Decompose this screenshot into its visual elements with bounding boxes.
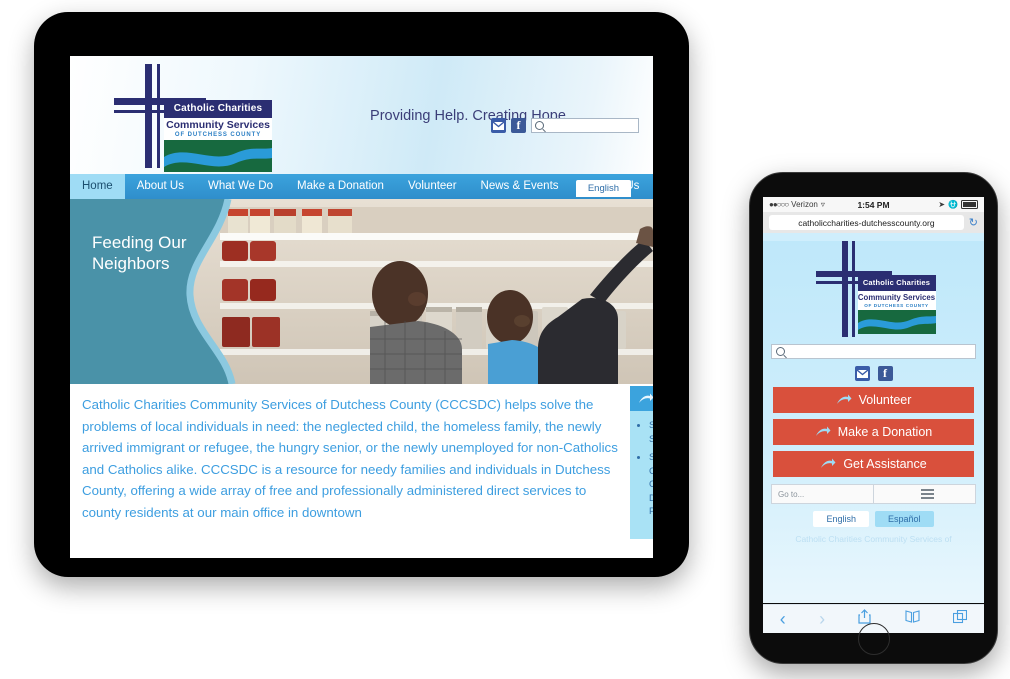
main-content: Catholic Charities Community Services of… [70,384,653,539]
search-input[interactable] [531,118,639,133]
battery-icon [961,200,978,209]
language-button-espanol[interactable]: Español [875,511,934,527]
phone-language-toggle: English Español [763,511,984,527]
screenshot-root: Catholic Charities Community Services OF… [0,0,1010,679]
bookmarks-icon[interactable] [905,610,920,628]
arrow-icon [820,458,836,470]
header-tools: f [491,118,639,133]
goto-placeholder: Go to... [778,489,805,499]
forward-icon: › [819,608,826,629]
intro-paragraph: Catholic Charities Community Services of… [82,397,618,520]
phone-get-assistance-button[interactable]: Get Assistance [773,451,974,477]
logo-wordmark: Catholic Charities Community Services OF… [164,100,272,172]
facebook-icon[interactable]: f [877,366,893,381]
hero-caption-panel: Feeding Our Neighbors [70,199,270,384]
nav-item-home[interactable]: Home [70,174,125,199]
language-tab-english[interactable]: English [575,180,631,197]
facebook-icon[interactable]: f [511,118,526,133]
cross-icon-v2 [157,64,160,168]
logo-line-1: Catholic Charities [164,100,272,118]
latest-news-header: Latest [630,386,653,411]
site-header: Catholic Charities Community Services OF… [70,56,653,228]
tablet-device: Catholic Charities Community Services OF… [34,12,689,577]
hero-title-line-1: Feeding Our [92,233,187,252]
nav-item-what-we-do[interactable]: What We Do [196,174,285,199]
email-icon[interactable] [491,118,506,133]
news-list-item[interactable]: Six Volunteers fr Catholic Chariti Commu… [649,451,653,519]
main-navigation: Home About Us What We Do Make a Donation… [70,174,653,199]
news-list-item[interactable]: Story of Hope: R Sweat [649,419,653,446]
safari-url-bar[interactable]: catholiccharities-dutchesscounty.org ↻ [763,212,984,233]
cross-icon-vertical [145,64,152,168]
logo-line-3: OF DUTCHESS COUNTY [164,131,272,140]
logo-wave-icon [164,140,272,172]
logo-line-3: OF DUTCHESS COUNTY [857,302,936,310]
phone-volunteer-label: Volunteer [858,393,912,407]
arrow-icon [836,394,852,406]
logo-line-2: Community Services [857,291,936,302]
phone-screen: ●●○○○ Verizon ▿ 1:54 PM ➤ ⛎ catholicchar… [763,197,984,603]
hero-title-line-2: Neighbors [92,254,170,273]
latest-news-list: Story of Hope: R Sweat Six Volunteers fr… [630,411,653,539]
hero-banner: Feeding Our Neighbors [70,199,653,384]
url-text[interactable]: catholiccharities-dutchesscounty.org [769,215,964,230]
nav-item-about-us[interactable]: About Us [125,174,196,199]
cross-icon-vertical [841,241,848,337]
phone-make-a-donation-button[interactable]: Make a Donation [773,419,974,445]
site-logo[interactable]: Catholic Charities Community Services OF… [98,62,278,172]
back-icon[interactable]: ‹ [780,609,786,630]
phone-volunteer-button[interactable]: Volunteer [773,387,974,413]
phone-device: ●●○○○ Verizon ▿ 1:54 PM ➤ ⛎ catholicchar… [749,172,998,664]
phone-footer-text: Catholic Charities Community Services of [795,534,952,544]
phone-make-a-donation-label: Make a Donation [837,425,933,439]
phone-site-logo[interactable]: Catholic Charities Community Services OF… [812,241,936,339]
hero-title: Feeding Our Neighbors [92,232,187,274]
clock-label: 1:54 PM [857,199,890,210]
nav-item-volunteer[interactable]: Volunteer [396,174,469,199]
language-button-english[interactable]: English [813,511,869,527]
phone-search-input[interactable] [771,344,976,359]
goto-dropdown[interactable]: Go to... [771,484,976,504]
arrow-icon [638,393,653,405]
logo-line-2: Community Services [164,118,272,131]
phone-logo-wordmark: Catholic Charities Community Services OF… [857,275,936,334]
reload-icon[interactable]: ↻ [969,216,978,229]
logo-wave-icon [857,310,936,334]
ios-status-bar: ●●○○○ Verizon ▿ 1:54 PM ➤ ⛎ [763,197,984,212]
nav-item-make-a-donation[interactable]: Make a Donation [285,174,396,199]
logo-line-1: Catholic Charities [857,275,936,291]
cross-icon-v2 [851,241,855,337]
tabs-icon[interactable] [953,609,968,629]
search-icon [535,121,544,130]
phone-social-icons: f [763,366,984,381]
phone-page-body: Catholic Charities Community Services OF… [763,241,984,603]
phone-get-assistance-label: Get Assistance [843,457,927,471]
latest-news-panel: Latest Story of Hope: R Sweat Six Volunt… [630,386,653,539]
home-button[interactable] [857,623,890,655]
arrow-icon [815,426,831,438]
nav-item-news-and-events[interactable]: News & Events [469,174,571,199]
search-icon [776,347,785,356]
tablet-screen: Catholic Charities Community Services OF… [70,56,653,558]
hamburger-menu-icon[interactable] [873,485,975,503]
email-icon[interactable] [854,366,870,381]
